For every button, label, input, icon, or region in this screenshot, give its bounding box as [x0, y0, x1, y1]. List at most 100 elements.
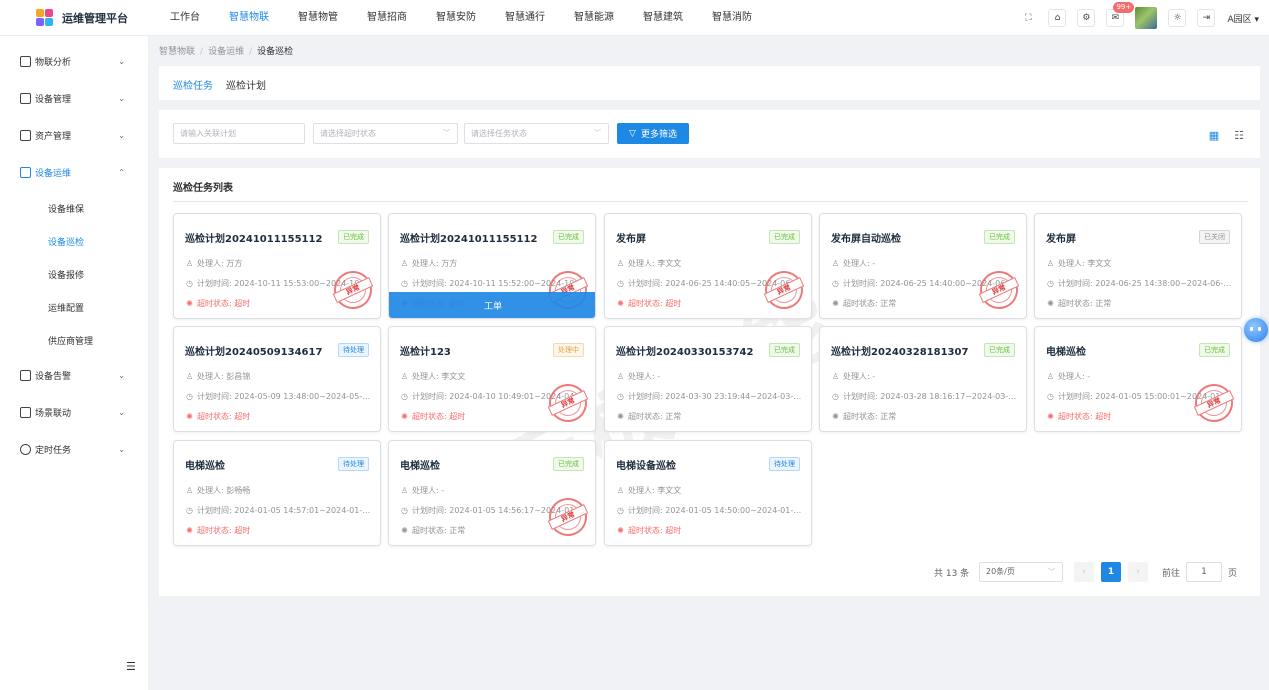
sidebar-item-scheduled-task[interactable]: 定时任务 ⌄ — [0, 439, 149, 459]
handler-label: 处理人: — [1058, 372, 1088, 381]
next-page-button[interactable]: › — [1128, 562, 1148, 582]
chevron-down-icon: ﹀ — [443, 129, 450, 137]
tab-inspection-plan[interactable]: 巡检计划 — [226, 77, 266, 92]
task-card[interactable]: 巡检计划20240509134617 待处理 ♙ 处理人: 彭昌锦 ◷ 计划时间: 202… — [173, 326, 381, 432]
task-card[interactable]: 发布屏自动巡检 已完成 ♙ 处理人: - ◷ 计划时间: 2024-06-25 14:40… — [819, 213, 1027, 319]
clock-icon: ◷ — [617, 506, 624, 515]
timeout-line: ✺ 超时状态: 超时 — [616, 525, 806, 536]
topnav-workbench[interactable]: 工作台 — [170, 0, 200, 36]
plan-time-value: 2024-05-09 13:48:00~2024-05-09 14:48:00 — [234, 392, 375, 401]
home-icon[interactable]: ⌂ — [1048, 9, 1067, 27]
prev-page-button[interactable]: ‹ — [1074, 562, 1094, 582]
plan-search-input[interactable]: 请输入关联计划 — [173, 123, 305, 144]
user-icon: ♙ — [831, 259, 840, 268]
plan-time-label: 计划时间: — [197, 392, 235, 401]
timeout-label: 超时状态: — [197, 526, 235, 535]
topnav-fire[interactable]: 智慧消防 — [712, 0, 752, 36]
user-icon: ♙ — [616, 259, 625, 268]
sidebar-sub-repair[interactable]: 设备报修 — [48, 268, 84, 281]
task-card[interactable]: 巡检计划20241011155112 已完成 ♙ 处理人: 万方 ◷ 计划时间: 2024… — [173, 213, 381, 319]
settings-icon[interactable]: ⚙ — [1077, 9, 1096, 27]
plan-time-value: 2024-03-28 18:16:17~2024-03-28 19:16:17 — [880, 392, 1021, 401]
sidebar-item-device-alarm[interactable]: 设备告警 ⌄ — [0, 365, 149, 385]
mail-icon[interactable]: ✉ 99+ — [1106, 2, 1135, 27]
task-card[interactable]: 巡检计划20240330153742 已完成 ♙ 处理人: - ◷ 计划时间: 2024-… — [604, 326, 812, 432]
topnav-access[interactable]: 智慧通行 — [505, 0, 545, 36]
card-title: 电梯设备巡检 — [616, 461, 676, 472]
timeout-status-select[interactable]: 请选择超时状态 ﹀ — [313, 123, 458, 144]
assistant-robot-icon[interactable] — [1244, 318, 1268, 342]
sidebar-sub-inspection[interactable]: 设备巡检 — [48, 235, 84, 248]
topnav-investment[interactable]: 智慧招商 — [367, 0, 407, 36]
status-badge: 待处理 — [338, 343, 369, 357]
timeout-value: 超时 — [1095, 412, 1112, 421]
handler-label: 处理人: — [197, 259, 227, 268]
sidebar-item-scene-linkage[interactable]: 场景联动 ⌄ — [0, 402, 149, 422]
task-card[interactable]: 巡检计划20241011155112 已完成 ♙ 处理人: 万方 ◷ 计划时间: 2024… — [388, 213, 596, 319]
task-card[interactable]: 电梯巡检 已完成 ♙ 处理人: - ◷ 计划时间: 2024-01-05 14:56:17… — [388, 440, 596, 546]
task-card[interactable]: 巡检计划20240328181307 已完成 ♙ 处理人: - ◷ 计划时间: 2024-… — [819, 326, 1027, 432]
fullscreen-icon[interactable]: ⛶ — [1019, 9, 1038, 27]
card-title: 电梯巡检 — [185, 461, 225, 472]
card-title: 巡检计划20240330153742 — [616, 347, 754, 358]
region-selector[interactable]: A园区 ▾ — [1227, 12, 1259, 25]
handler-value: 彭昌锦 — [226, 372, 251, 381]
plan-time-label: 计划时间: — [843, 392, 881, 401]
topnav-iot[interactable]: 智慧物联 — [229, 0, 269, 36]
topnav-security[interactable]: 智慧安防 — [436, 0, 476, 36]
plan-time-label: 计划时间: — [412, 279, 450, 288]
topnav-energy[interactable]: 智慧能源 — [574, 0, 614, 36]
tab-inspection-task[interactable]: 巡检任务 — [173, 77, 213, 92]
page-size-value: 20条/页 — [986, 567, 1015, 576]
status-badge: 已完成 — [338, 230, 369, 244]
chevron-down-icon: ⌄ — [118, 93, 125, 103]
handler-value: - — [657, 372, 661, 381]
more-filters-button[interactable]: ▽ 更多筛选 — [617, 123, 689, 144]
goto-page-input[interactable]: 1 — [1186, 562, 1222, 582]
timeout-icon: ✺ — [186, 526, 193, 535]
status-badge: 已完成 — [984, 343, 1015, 357]
work-order-button[interactable]: 工单 — [389, 292, 595, 318]
task-card[interactable]: 巡检计123 处理中 ♙ 处理人: 李文文 ◷ 计划时间: 2024-04-10 10:4… — [388, 326, 596, 432]
task-card[interactable]: 电梯巡检 已完成 ♙ 处理人: - ◷ 计划时间: 2024-01-05 15:00:01… — [1034, 326, 1242, 432]
logout-icon[interactable]: ⇥ — [1197, 9, 1216, 27]
logo[interactable]: 运维管理平台 — [0, 8, 170, 27]
task-card[interactable]: 电梯巡检 待处理 ♙ 处理人: 彭畅畅 ◷ 计划时间: 2024-01-05 14:57:… — [173, 440, 381, 546]
sidebar-item-asset-mgmt[interactable]: 资产管理 ⌄ — [0, 125, 149, 145]
handler-line: ♙ 处理人: 彭畅畅 — [185, 485, 375, 496]
sidebar-item-device-ops[interactable]: 设备运维 ⌃ — [0, 162, 149, 182]
avatar[interactable] — [1135, 7, 1158, 29]
status-badge: 已关闭 — [1199, 230, 1230, 244]
user-icon: ♙ — [400, 486, 409, 495]
task-status-select[interactable]: 请选择任务状态 ﹀ — [464, 123, 609, 144]
page-number-current[interactable]: 1 — [1101, 562, 1121, 582]
clock-icon — [20, 443, 31, 455]
handler-value: - — [872, 372, 876, 381]
clock-icon: ◷ — [401, 506, 408, 515]
handler-value: 彭畅畅 — [226, 486, 251, 495]
theme-icon[interactable]: ☼ — [1168, 9, 1187, 27]
grid-view-icon[interactable]: ▦ — [1208, 130, 1220, 142]
sidebar-sub-supplier[interactable]: 供应商管理 — [48, 334, 93, 347]
topnav-property[interactable]: 智慧物管 — [298, 0, 338, 36]
breadcrumb-item[interactable]: 智慧物联 — [159, 47, 195, 57]
sidebar-item-device-mgmt[interactable]: 设备管理 ⌄ — [0, 88, 149, 108]
list-view-icon[interactable]: ☷ — [1233, 130, 1245, 142]
sidebar-sub-ops-config[interactable]: 运维配置 — [48, 301, 84, 314]
sidebar-sub-maintenance[interactable]: 设备维保 — [48, 202, 84, 215]
card-title: 电梯巡检 — [1046, 347, 1086, 358]
timeout-value: 正常 — [449, 526, 466, 535]
timeout-icon: ✺ — [401, 412, 408, 421]
plan-time-label: 计划时间: — [197, 506, 235, 515]
timeout-icon: ✺ — [186, 412, 193, 421]
collapse-sidebar-icon[interactable]: ☰ — [126, 660, 136, 673]
task-card[interactable]: 电梯设备巡检 待处理 ♙ 处理人: 李文文 ◷ 计划时间: 2024-01-05 14:5… — [604, 440, 812, 546]
topnav-building[interactable]: 智慧建筑 — [643, 0, 683, 36]
task-card[interactable]: 发布屏 已完成 ♙ 处理人: 李文文 ◷ 计划时间: 2024-06-25 14:40:0… — [604, 213, 812, 319]
sidebar-item-iot-analysis[interactable]: 物联分析 ⌄ — [0, 51, 149, 71]
user-icon: ♙ — [1046, 372, 1055, 381]
breadcrumb-item[interactable]: 设备运维 — [208, 47, 244, 57]
task-card[interactable]: 发布屏 已关闭 ♙ 处理人: 李文文 ◷ 计划时间: 2024-06-25 14:38:0… — [1034, 213, 1242, 319]
page-size-select[interactable]: 20条/页 ﹀ — [979, 562, 1063, 582]
clock-icon: ◷ — [617, 392, 624, 401]
